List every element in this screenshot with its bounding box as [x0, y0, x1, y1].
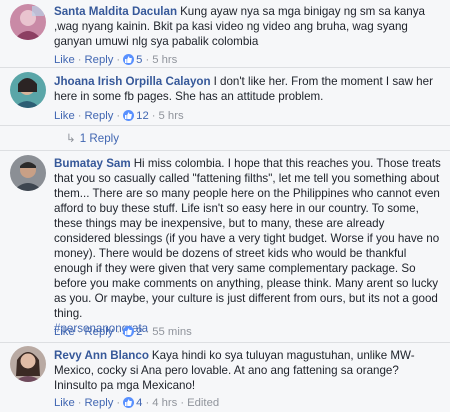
comment-time[interactable]: 4 hrs	[152, 397, 177, 409]
comment-author[interactable]: Jhoana Irish Orpilla Calayon	[54, 75, 211, 88]
comment-time[interactable]: 5 hrs	[159, 110, 184, 122]
like-count[interactable]: 12	[136, 110, 149, 122]
avatar-woman-photo-icon	[10, 346, 46, 382]
reply-button[interactable]: Reply	[85, 110, 114, 122]
like-button[interactable]: Like	[54, 397, 75, 409]
separator: ·	[116, 326, 121, 338]
avatar[interactable]	[10, 4, 46, 40]
comment-text: Revy Ann Blanco Kaya hindi ko sya tuluyan…	[54, 348, 444, 393]
edited-label[interactable]: Edited	[187, 397, 219, 409]
comment-text: Jhoana Irish Orpilla Calayon I don't like…	[54, 74, 444, 104]
like-reaction-icon[interactable]	[123, 110, 135, 121]
comment-body: Hi miss colombia. I hope that this reach…	[54, 157, 441, 320]
reply-button[interactable]: Reply	[85, 326, 114, 338]
reply-button[interactable]: Reply	[85, 54, 114, 66]
separator: ·	[77, 326, 82, 338]
comment-time[interactable]: 55 mins	[152, 326, 192, 338]
avatar[interactable]	[10, 72, 46, 108]
separator: ·	[77, 54, 82, 66]
like-count[interactable]: 2	[136, 326, 142, 338]
like-reaction-icon[interactable]	[123, 54, 135, 65]
comment-actions: Like · Reply · 5 · 5 hrs	[54, 53, 177, 67]
divider	[0, 342, 450, 343]
separator: ·	[145, 326, 150, 338]
reply-button[interactable]: Reply	[85, 397, 114, 409]
comment-actions: Like · Reply · 4 · 4 hrs · Edited	[54, 396, 219, 410]
separator: ·	[77, 397, 82, 409]
avatar[interactable]	[10, 346, 46, 382]
like-reaction-icon[interactable]	[123, 326, 135, 337]
comment-author[interactable]: Santa Maldita Daculan	[54, 5, 177, 18]
comment-text: Bumatay Sam Hi miss colombia. I hope that…	[54, 156, 444, 336]
like-button[interactable]: Like	[54, 54, 75, 66]
separator: ·	[145, 397, 150, 409]
comment-time[interactable]: 5 hrs	[152, 54, 177, 66]
separator: ·	[77, 110, 82, 122]
like-button[interactable]: Like	[54, 326, 75, 338]
reply-arrow-icon: ↳	[66, 132, 76, 145]
view-replies-link[interactable]: ↳ 1 Reply	[66, 131, 119, 146]
divider	[0, 125, 450, 126]
comment-text: Santa Maldita Daculan Kung ayaw nya sa mg…	[54, 4, 444, 49]
comment-actions: Like · Reply · 2 · 55 mins	[54, 325, 192, 339]
avatar-pink-photo-icon	[10, 4, 46, 40]
comment-actions: Like · Reply · 12 · 5 hrs	[54, 109, 184, 123]
separator: ·	[180, 397, 185, 409]
comment-author[interactable]: Bumatay Sam	[54, 157, 131, 170]
separator: ·	[116, 110, 121, 122]
like-count[interactable]: 5	[136, 54, 142, 66]
divider	[0, 150, 450, 151]
avatar[interactable]	[10, 155, 46, 191]
avatar-teal-photo-icon	[10, 72, 46, 108]
like-reaction-icon[interactable]	[123, 397, 135, 408]
replies-count-label[interactable]: 1 Reply	[80, 132, 119, 145]
like-count[interactable]: 4	[136, 397, 142, 409]
separator: ·	[145, 54, 150, 66]
separator: ·	[151, 110, 156, 122]
separator: ·	[116, 54, 121, 66]
avatar-man-photo-icon	[10, 155, 46, 191]
divider	[0, 67, 450, 68]
comment-author[interactable]: Revy Ann Blanco	[54, 349, 149, 362]
like-button[interactable]: Like	[54, 110, 75, 122]
separator: ·	[116, 397, 121, 409]
